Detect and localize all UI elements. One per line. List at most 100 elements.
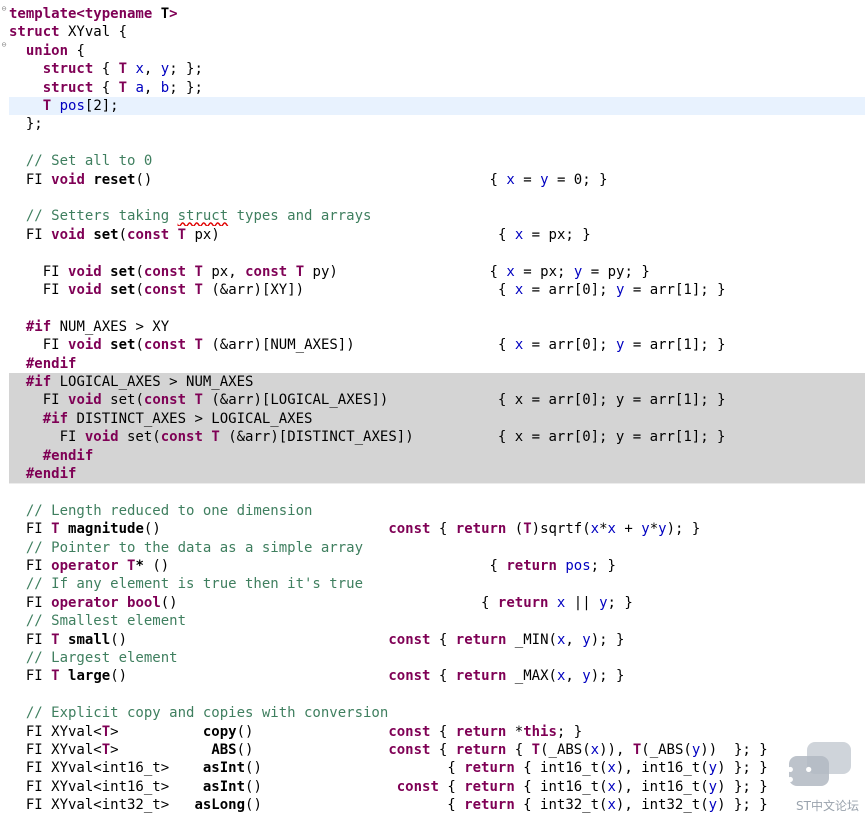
code-token: +	[615, 521, 642, 538]
code-line[interactable]: struct { T a, b; };	[9, 79, 865, 97]
code-token: FI XYval<int16_t>	[9, 760, 203, 777]
code-token: y	[708, 760, 718, 777]
code-line[interactable]	[9, 189, 865, 207]
code-token: const	[388, 723, 431, 740]
code-line[interactable]: T pos[2];	[9, 97, 865, 116]
code-token: magnitude	[68, 521, 144, 538]
fold-collapse-icon[interactable]: ⊖	[0, 5, 8, 13]
code-token: x	[590, 521, 600, 538]
code-line[interactable]: // Setters taking struct types and array…	[9, 207, 865, 225]
code-line[interactable]: FI void set(const T px) { x = px; }	[9, 226, 865, 244]
code-line[interactable]: #if LOGICAL_AXES > NUM_AXES	[9, 373, 865, 392]
fold-collapse-icon[interactable]: ⊖	[0, 41, 8, 49]
code-line[interactable]: FI XYval<int16_t> asInt() const { return…	[9, 778, 865, 796]
code-line[interactable]	[9, 134, 865, 152]
code-editor[interactable]: ⊖ ⊖ template<typename T> struct XYval { u…	[0, 0, 865, 820]
code-line[interactable]: FI void set(const T px, const T py) { x …	[9, 263, 865, 281]
code-line[interactable]: struct XYval {	[9, 23, 865, 41]
code-token: // Set all to 0	[25, 153, 153, 170]
code-token: set	[110, 263, 136, 280]
code-token: struct	[42, 79, 94, 96]
code-line[interactable]: FI XYval<T> ABS() const { return { T(_AB…	[9, 741, 865, 759]
code-line[interactable]	[9, 483, 865, 501]
code-token: { int16_t(	[514, 778, 608, 795]
code-line[interactable]: FI operator bool() { return x || y; }	[9, 594, 865, 612]
code-line[interactable]: FI void set(const T (&arr)[XY]) { x = ar…	[9, 281, 865, 299]
code-line[interactable]: // If any element is true then it's true	[9, 575, 865, 593]
code-line[interactable]: };	[9, 115, 865, 133]
code-token: *	[506, 723, 524, 740]
code-token: ||	[565, 594, 600, 611]
code-token: x	[506, 263, 515, 280]
code-token: = 0; }	[548, 171, 608, 188]
code-line[interactable]: // Largest element	[9, 649, 865, 667]
code-token: (&arr)[LOGICAL_AXES]) { x = arr[0]; y = …	[202, 392, 726, 409]
code-token: { int32_t(	[514, 797, 608, 814]
code-token: };	[9, 116, 43, 133]
code-line[interactable]: FI XYval<int32_t> asLong() { return { in…	[9, 796, 865, 814]
code-line[interactable]: FI T magnitude() const { return (T)sqrtf…	[9, 520, 865, 538]
code-line[interactable]: FI T large() const { return _MAX(x, y); …	[9, 667, 865, 685]
code-line[interactable]: // Smallest element	[9, 612, 865, 630]
code-line[interactable]: union {	[9, 42, 865, 60]
code-token: y	[708, 778, 718, 795]
code-line[interactable]: FI void set(const T (&arr)[DISTINCT_AXES…	[9, 428, 865, 447]
code-token: (	[135, 337, 144, 354]
code-line[interactable]	[9, 244, 865, 262]
code-line[interactable]: FI T small() const { return _MIN(x, y); …	[9, 631, 865, 649]
code-token: )),	[599, 742, 633, 758]
code-line[interactable]: #endif	[9, 446, 865, 465]
code-token: struct	[42, 61, 94, 78]
typing-dots-icon: • • •	[785, 760, 815, 791]
code-token: LOGICAL_AXES > NUM_AXES	[51, 374, 254, 390]
code-token: y	[599, 594, 608, 611]
code-token: )) }; }	[700, 742, 768, 758]
code-line[interactable]: FI void set(const T (&arr)[NUM_AXES]) { …	[9, 336, 865, 354]
code-line[interactable]: // Set all to 0	[9, 152, 865, 170]
code-token: operator	[51, 594, 119, 611]
code-token: y	[658, 521, 667, 538]
code-token: T	[101, 742, 111, 758]
code-token: { int16_t(	[514, 760, 608, 777]
code-line[interactable]: struct { T x, y; };	[9, 60, 865, 78]
code-line[interactable]: // Explicit copy and copies with convers…	[9, 704, 865, 722]
code-line[interactable]: #if DISTINCT_AXES > LOGICAL_AXES	[9, 409, 865, 429]
code-line[interactable]: FI XYval<T> copy() const { return *this;…	[9, 723, 865, 741]
code-token: px,	[202, 263, 246, 280]
code-token: FI	[9, 282, 69, 298]
code-line[interactable]: FI void reset() { x = y = 0; }	[9, 171, 865, 189]
code-token: ()	[110, 631, 389, 648]
code-line[interactable]	[9, 299, 865, 317]
code-line[interactable]: #if NUM_AXES > XY	[9, 318, 865, 336]
code-line[interactable]: FI void set(const T (&arr)[LOGICAL_AXES]…	[9, 391, 865, 410]
code-token: copy	[202, 723, 237, 740]
code-token: x	[514, 282, 524, 298]
code-token: ,	[565, 668, 583, 685]
code-line[interactable]: #endif	[9, 465, 865, 484]
code-token: y	[708, 797, 718, 814]
code-token: // Smallest element	[25, 613, 187, 630]
code-line[interactable]: template<typename T>	[9, 5, 865, 23]
code-line[interactable]: #endif	[9, 355, 865, 373]
code-token: )sqrtf(	[531, 521, 591, 538]
code-line[interactable]: FI operator T* () { return pos; }	[9, 557, 865, 575]
code-token: operator	[51, 558, 119, 574]
code-line[interactable]: // Length reduced to one dimension	[9, 502, 865, 520]
code-token: >	[110, 742, 212, 758]
code-line[interactable]	[9, 686, 865, 704]
code-line[interactable]: FI XYval<int16_t> asInt() { return { int…	[9, 759, 865, 777]
code-token: #if	[25, 374, 52, 390]
code-token: FI	[9, 171, 52, 188]
code-line[interactable]: // Pointer to the data as a simple array	[9, 539, 865, 557]
code-token: const	[143, 337, 187, 354]
code-token: {	[68, 42, 85, 59]
code-token: (	[135, 282, 144, 298]
